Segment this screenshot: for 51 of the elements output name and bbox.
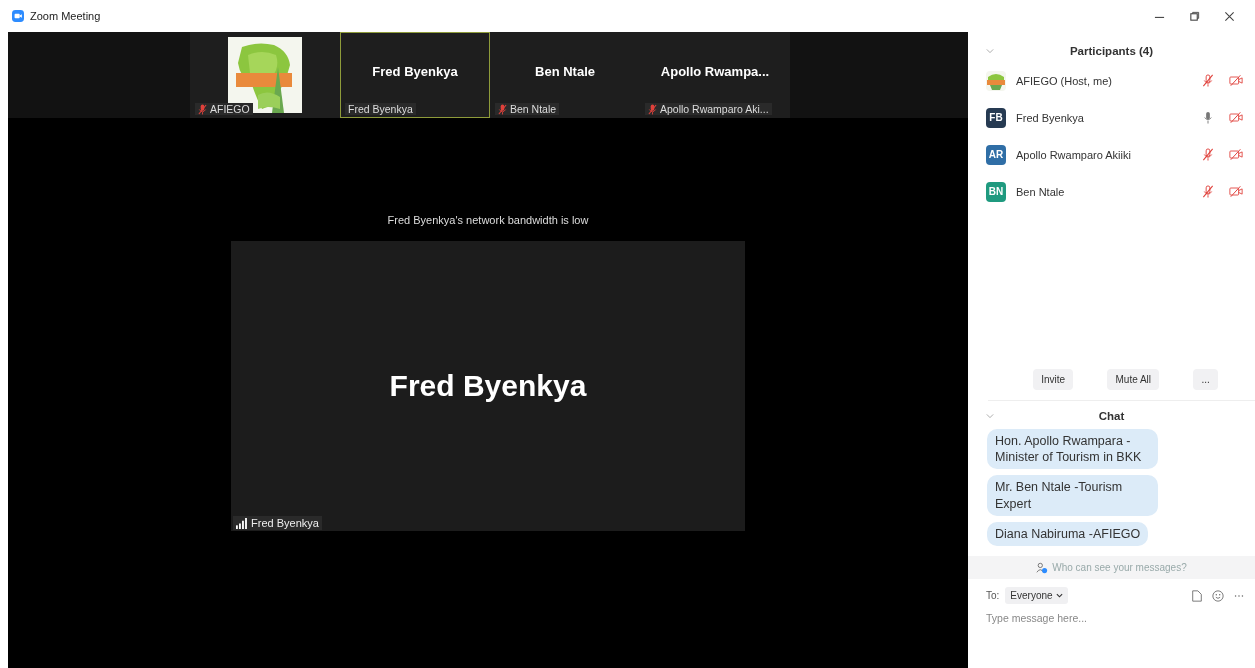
avatar: FB <box>986 107 1006 128</box>
participant-name: Ben Ntale <box>1016 185 1066 198</box>
to-label: To: <box>986 590 1000 601</box>
panel-button[interactable]: Mute All <box>1107 368 1160 390</box>
file-icon[interactable] <box>1191 589 1203 602</box>
video-off-icon[interactable] <box>1229 148 1243 161</box>
zoom-logo-icon <box>12 10 24 22</box>
participant-item[interactable]: BN Ben Ntale <box>968 173 1255 210</box>
chat-message: Hon. Apollo Rwampara - Minister of Tourism in BKK <box>987 428 1158 470</box>
speaker-name: Fred Byenkya <box>389 369 587 403</box>
bandwidth-notice: Fred Byenkya's network bandwidth is low <box>387 214 589 228</box>
participant-item[interactable]: FB Fred Byenkya <box>968 99 1255 136</box>
recipient-dropdown[interactable]: Everyone <box>1005 587 1068 604</box>
participant-item[interactable]: AR Apollo Rwamparo Akiiki <box>968 136 1255 173</box>
muted-mic-icon[interactable] <box>1201 74 1215 87</box>
chat-message: Diana Nabiruma -AFIEGO <box>987 521 1149 546</box>
participant-name: Apollo Rwampa... <box>660 63 770 79</box>
restore-icon[interactable] <box>1189 10 1200 22</box>
video-off-icon[interactable] <box>1229 74 1243 87</box>
video-tile[interactable]: Ben Ntale Ben Ntale <box>490 32 640 118</box>
participant-label: Fred Byenkya <box>348 103 413 115</box>
video-tile[interactable]: Apollo Rwampa... Apollo Rwamparo Aki... <box>640 32 790 118</box>
participants-title: Participants (4) <box>1069 45 1154 57</box>
video-label: Fred Byenkya <box>251 517 319 529</box>
muted-mic-icon[interactable] <box>1201 185 1215 198</box>
panel-button[interactable]: ... <box>1193 368 1218 390</box>
participant-label: Apollo Rwamparo Aki... <box>660 103 769 115</box>
emoji-icon[interactable] <box>1212 589 1224 602</box>
participant-name: Apollo Rwamparo Akiiki <box>1016 148 1132 161</box>
caret-icon <box>1055 593 1063 598</box>
participant-name: Fred Byenkya <box>1016 111 1085 124</box>
panel-button[interactable]: Invite <box>1033 368 1074 390</box>
participant-item[interactable]: AFIEGO (Host, me) <box>968 62 1255 99</box>
video-off-icon[interactable] <box>1229 111 1243 124</box>
video-off-icon[interactable] <box>1229 185 1243 198</box>
participant-name: Ben Ntale <box>535 63 595 79</box>
close-icon[interactable] <box>1224 10 1235 22</box>
video-tile[interactable]: AFIEGO <box>190 32 340 118</box>
window-title: Zoom Meeting <box>30 10 101 22</box>
muted-mic-icon[interactable] <box>1201 148 1215 161</box>
participant-label: AFIEGO <box>210 103 250 115</box>
avatar: BN <box>986 181 1006 202</box>
participant-name: AFIEGO (Host, me) <box>1016 74 1113 87</box>
chat-title: Chat <box>1098 409 1125 422</box>
chat-message: Mr. Ben Ntale -Tourism Expert <box>987 475 1158 516</box>
people-icon <box>1036 561 1049 574</box>
video-tile[interactable]: Fred Byenkya Fred Byenkya <box>340 32 490 118</box>
avatar: AR <box>986 144 1006 165</box>
participant-name: Fred Byenkya <box>372 63 458 79</box>
signal-icon <box>236 517 247 529</box>
participant-label: Ben Ntale <box>510 103 557 115</box>
